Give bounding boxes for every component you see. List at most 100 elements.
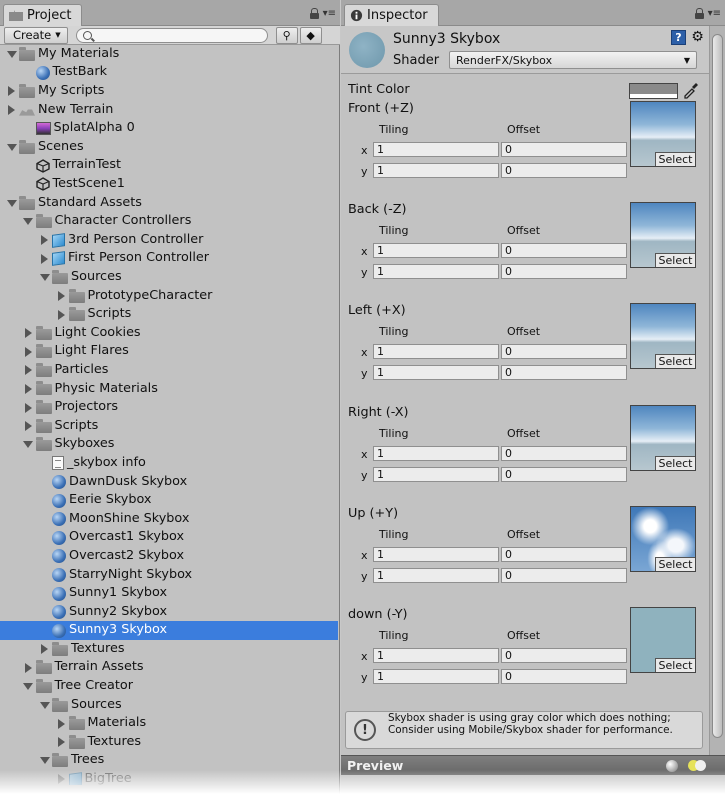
filter-type-button[interactable]: ⚲ [275, 26, 298, 44]
tree-item[interactable]: Sources [0, 696, 338, 715]
tree-item[interactable]: Textures [0, 640, 338, 659]
tiling-y-field[interactable]: 1 [373, 567, 499, 583]
tree-item[interactable]: Textures [0, 733, 338, 752]
expand-arrow-down-icon[interactable] [6, 49, 17, 60]
tree-item[interactable]: Eerie Skybox [0, 491, 338, 510]
lock-icon[interactable] [309, 8, 319, 19]
tree-item[interactable]: Light Flares [0, 343, 338, 362]
expand-arrow-right-icon[interactable] [23, 402, 34, 413]
offset-y-field[interactable]: 0 [501, 264, 627, 280]
texture-thumbnail[interactable]: Select [630, 202, 696, 269]
tree-item[interactable]: 3rd Person Controller [0, 231, 338, 250]
tree-item[interactable]: TestScene1 [0, 175, 338, 194]
expand-arrow-down-icon[interactable] [6, 198, 17, 209]
texture-select-button[interactable]: Select [655, 658, 695, 672]
expand-arrow-right-icon[interactable] [56, 718, 67, 729]
inspector-scrollbar[interactable] [709, 26, 725, 755]
tree-item[interactable]: SplatAlpha 0 [0, 119, 338, 138]
expand-arrow-right-icon[interactable] [23, 383, 34, 394]
offset-y-field[interactable]: 0 [501, 163, 627, 178]
tree-item[interactable]: Scripts [0, 417, 338, 436]
tint-color-swatch[interactable] [629, 83, 678, 99]
tree-item[interactable]: Physic Materials [0, 380, 338, 399]
tree-item[interactable]: Overcast1 Skybox [0, 528, 338, 547]
tab-inspector[interactable]: Inspector [344, 4, 439, 26]
tree-item[interactable]: My Scripts [0, 82, 338, 101]
tree-item[interactable]: PrototypeCharacter [0, 287, 338, 306]
tiling-x-field[interactable]: 1 [373, 243, 499, 259]
texture-thumbnail[interactable]: Select [630, 101, 696, 167]
expand-arrow-down-icon[interactable] [39, 272, 50, 283]
expand-arrow-down-icon[interactable] [6, 142, 17, 153]
expand-arrow-right-icon[interactable] [56, 291, 67, 302]
expand-arrow-right-icon[interactable] [39, 253, 50, 264]
texture-thumbnail[interactable]: Select [630, 607, 696, 673]
expand-arrow-right-icon[interactable] [6, 86, 17, 97]
eyedropper-icon[interactable] [682, 81, 700, 99]
tiling-y-field[interactable]: 1 [373, 264, 499, 280]
tree-item[interactable]: Sunny2 Skybox [0, 603, 338, 622]
tree-item[interactable]: Sunny1 Skybox [0, 584, 338, 603]
tiling-y-field[interactable]: 1 [373, 466, 499, 482]
tiling-y-field[interactable]: 1 [373, 669, 499, 684]
tree-item[interactable]: Scripts [0, 305, 338, 324]
offset-x-field[interactable]: 0 [501, 648, 627, 663]
tree-item[interactable]: My Materials [0, 45, 338, 64]
expand-arrow-right-icon[interactable] [39, 644, 50, 655]
expand-arrow-right-icon[interactable] [23, 346, 34, 357]
panel-menu-icon[interactable]: ▾≡ [708, 8, 721, 19]
expand-arrow-right-icon[interactable] [23, 328, 34, 339]
lock-icon[interactable] [694, 8, 704, 19]
texture-thumbnail[interactable]: Select [630, 505, 696, 572]
tree-item[interactable]: TestBark [0, 64, 338, 83]
tree-item[interactable]: New Terrain [0, 101, 338, 120]
gear-icon[interactable]: ⚙ [690, 30, 705, 45]
expand-arrow-right-icon[interactable] [56, 309, 67, 320]
texture-select-button[interactable]: Select [655, 152, 695, 166]
expand-arrow-right-icon[interactable] [23, 365, 34, 376]
tree-item[interactable]: Character Controllers [0, 212, 338, 231]
preview-light-icon[interactable] [688, 760, 708, 772]
offset-y-field[interactable]: 0 [501, 567, 627, 583]
texture-select-button[interactable]: Select [655, 253, 695, 268]
tree-item[interactable]: Scenes [0, 138, 338, 157]
expand-arrow-down-icon[interactable] [23, 681, 34, 692]
texture-select-button[interactable]: Select [655, 354, 695, 369]
tree-item[interactable]: First Person Controller [0, 250, 338, 269]
expand-arrow-right-icon[interactable] [39, 235, 50, 246]
offset-x-field[interactable]: 0 [501, 546, 627, 562]
tree-item[interactable]: Particles [0, 361, 338, 380]
expand-arrow-right-icon[interactable] [23, 662, 34, 673]
tree-item[interactable]: MoonShine Skybox [0, 510, 338, 529]
search-input[interactable] [95, 29, 256, 41]
panel-menu-icon[interactable]: ▾≡ [323, 8, 336, 19]
offset-x-field[interactable]: 0 [501, 243, 627, 259]
tiling-x-field[interactable]: 1 [373, 445, 499, 461]
expand-arrow-down-icon[interactable] [23, 216, 34, 227]
texture-thumbnail[interactable]: Select [630, 404, 696, 471]
tree-item[interactable]: Sources [0, 268, 338, 287]
preview-sphere-icon[interactable] [666, 760, 678, 772]
tiling-x-field[interactable]: 1 [373, 344, 499, 360]
expand-arrow-down-icon[interactable] [23, 439, 34, 450]
tree-item[interactable]: Light Cookies [0, 324, 338, 343]
tree-item[interactable]: Tree Creator [0, 677, 338, 696]
tree-item[interactable]: TerrainTest [0, 157, 338, 176]
offset-y-field[interactable]: 0 [501, 669, 627, 684]
search-field[interactable] [75, 27, 268, 43]
scrollbar-thumb[interactable] [712, 34, 723, 738]
tree-item[interactable]: Standard Assets [0, 194, 338, 213]
tree-item[interactable]: DawnDusk Skybox [0, 473, 338, 492]
texture-select-button[interactable]: Select [655, 455, 695, 470]
texture-thumbnail[interactable]: Select [630, 303, 696, 370]
expand-arrow-right-icon[interactable] [6, 105, 17, 116]
expand-arrow-right-icon[interactable] [23, 421, 34, 432]
tree-item[interactable]: BigTree [0, 770, 338, 785]
tree-item[interactable]: Materials [0, 714, 338, 733]
tiling-y-field[interactable]: 1 [373, 163, 499, 178]
offset-x-field[interactable]: 0 [501, 445, 627, 461]
tree-item[interactable]: Skyboxes [0, 435, 338, 454]
tree-item[interactable]: Projectors [0, 398, 338, 417]
filter-label-button[interactable]: ◆ [299, 26, 322, 44]
texture-select-button[interactable]: Select [655, 556, 695, 571]
